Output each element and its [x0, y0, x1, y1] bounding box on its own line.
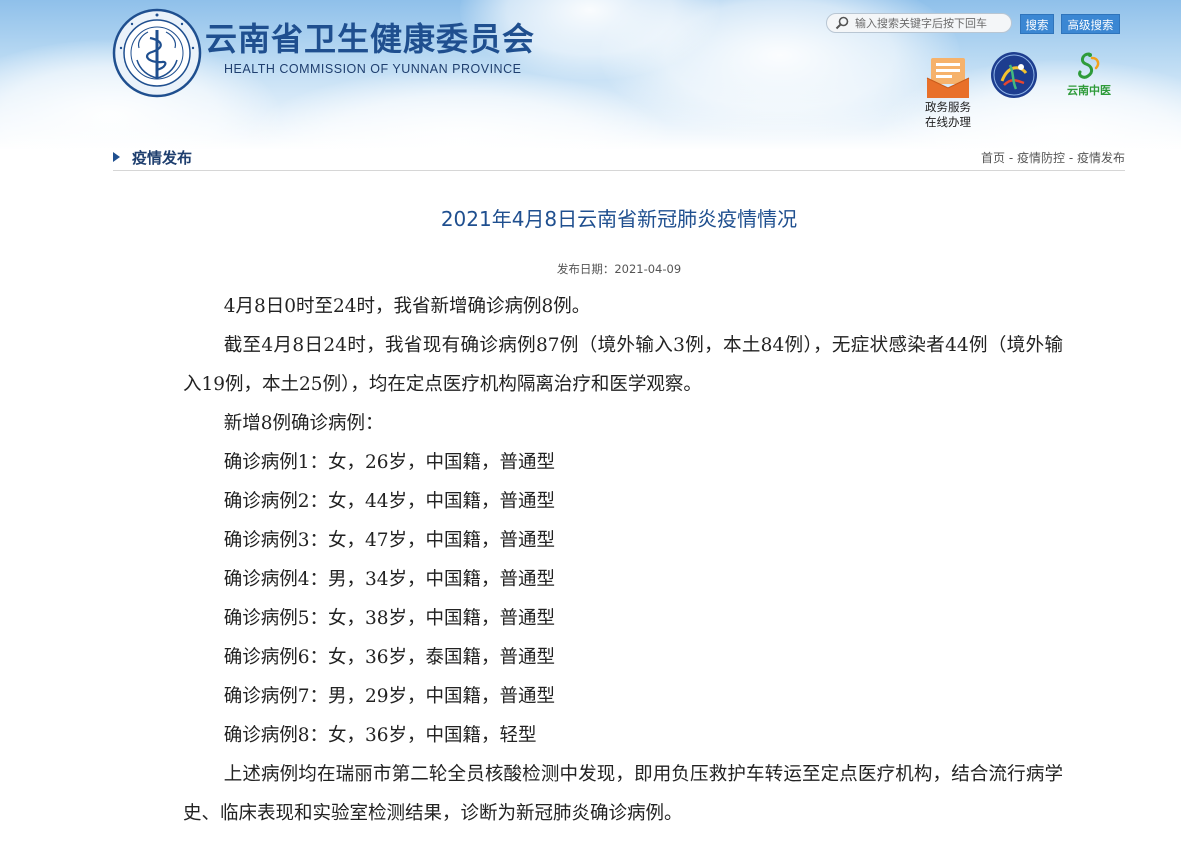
- service-label-line2: 在线办理: [925, 115, 971, 129]
- search-icon[interactable]: [835, 16, 849, 30]
- article-paragraph: 4月8日0时至24时，我省新增确诊病例8例。: [223, 296, 591, 317]
- breadcrumb-link[interactable]: 首页: [981, 151, 1005, 165]
- article-paragraph: 确诊病例6：女，36岁，泰国籍，普通型: [223, 647, 555, 668]
- cloud-decoration: [250, 70, 670, 150]
- article-title: 2021年4月8日云南省新冠肺炎疫情情况: [440, 207, 798, 231]
- breadcrumb-separator: -: [1065, 151, 1077, 165]
- article-paragraph: 截至4月8日24时，我省现有确诊病例87例（境外输入3例，本土84例），无症状感…: [183, 335, 1063, 395]
- service-label-line1: 政务服务: [925, 100, 971, 114]
- article-paragraph: 新增8例确诊病例：: [223, 413, 384, 434]
- breadcrumb: 首页 - 疫情防控 - 疫情发布: [981, 149, 1125, 166]
- search-box: [826, 13, 1012, 33]
- article-body: 4月8日0时至24时，我省新增确诊病例8例。截至4月8日24时，我省现有确诊病例…: [183, 287, 1063, 833]
- search-input[interactable]: [855, 15, 1007, 31]
- breadcrumb-link[interactable]: 疫情防控: [1017, 151, 1065, 165]
- article-paragraph: 确诊病例1：女，26岁，中国籍，普通型: [223, 452, 555, 473]
- search-button[interactable]: 搜索: [1020, 14, 1054, 34]
- section-bar: 疫情发布 首页 - 疫情防控 - 疫情发布: [113, 144, 1125, 171]
- breadcrumb-separator: -: [1005, 151, 1017, 165]
- breadcrumb-link[interactable]: 疫情发布: [1077, 151, 1125, 165]
- site-title-english: HEALTH COMMISSION OF YUNNAN PROVINCE: [224, 62, 522, 76]
- section-title: 疫情发布: [132, 149, 193, 167]
- article-paragraph: 确诊病例5：女，38岁，中国籍，普通型: [223, 608, 555, 629]
- service-label[interactable]: 政务服务 在线办理: [918, 100, 978, 130]
- article-paragraph: 确诊病例2：女，44岁，中国籍，普通型: [223, 491, 555, 512]
- advanced-search-button[interactable]: 高级搜索: [1061, 14, 1120, 34]
- article-paragraph: 确诊病例7：男，29岁，中国籍，普通型: [223, 686, 555, 707]
- article-paragraph: 确诊病例3：女，47岁，中国籍，普通型: [223, 530, 555, 551]
- site-header: 云南省卫生健康委员会 HEALTH COMMISSION OF YUNNAN P…: [0, 0, 1181, 150]
- article-paragraph: 确诊病例8：女，36岁，中国籍，轻型: [223, 725, 537, 746]
- government-service-icon[interactable]: [925, 54, 971, 100]
- article-paragraph: 上述病例均在瑞丽市第二轮全员核酸检测中发现，即用负压救护车转运至定点医疗机构，结…: [183, 764, 1063, 824]
- site-title[interactable]: 云南省卫生健康委员会: [205, 14, 535, 60]
- emblem-icon[interactable]: [990, 51, 1038, 99]
- health-commission-logo-icon[interactable]: [112, 8, 202, 98]
- tcm-label[interactable]: 云南中医: [1058, 82, 1120, 98]
- publish-date: 发布日期：2021-04-09: [556, 262, 682, 276]
- triangle-right-icon: [113, 152, 120, 162]
- article-paragraph: 确诊病例4：男，34岁，中国籍，普通型: [223, 569, 555, 590]
